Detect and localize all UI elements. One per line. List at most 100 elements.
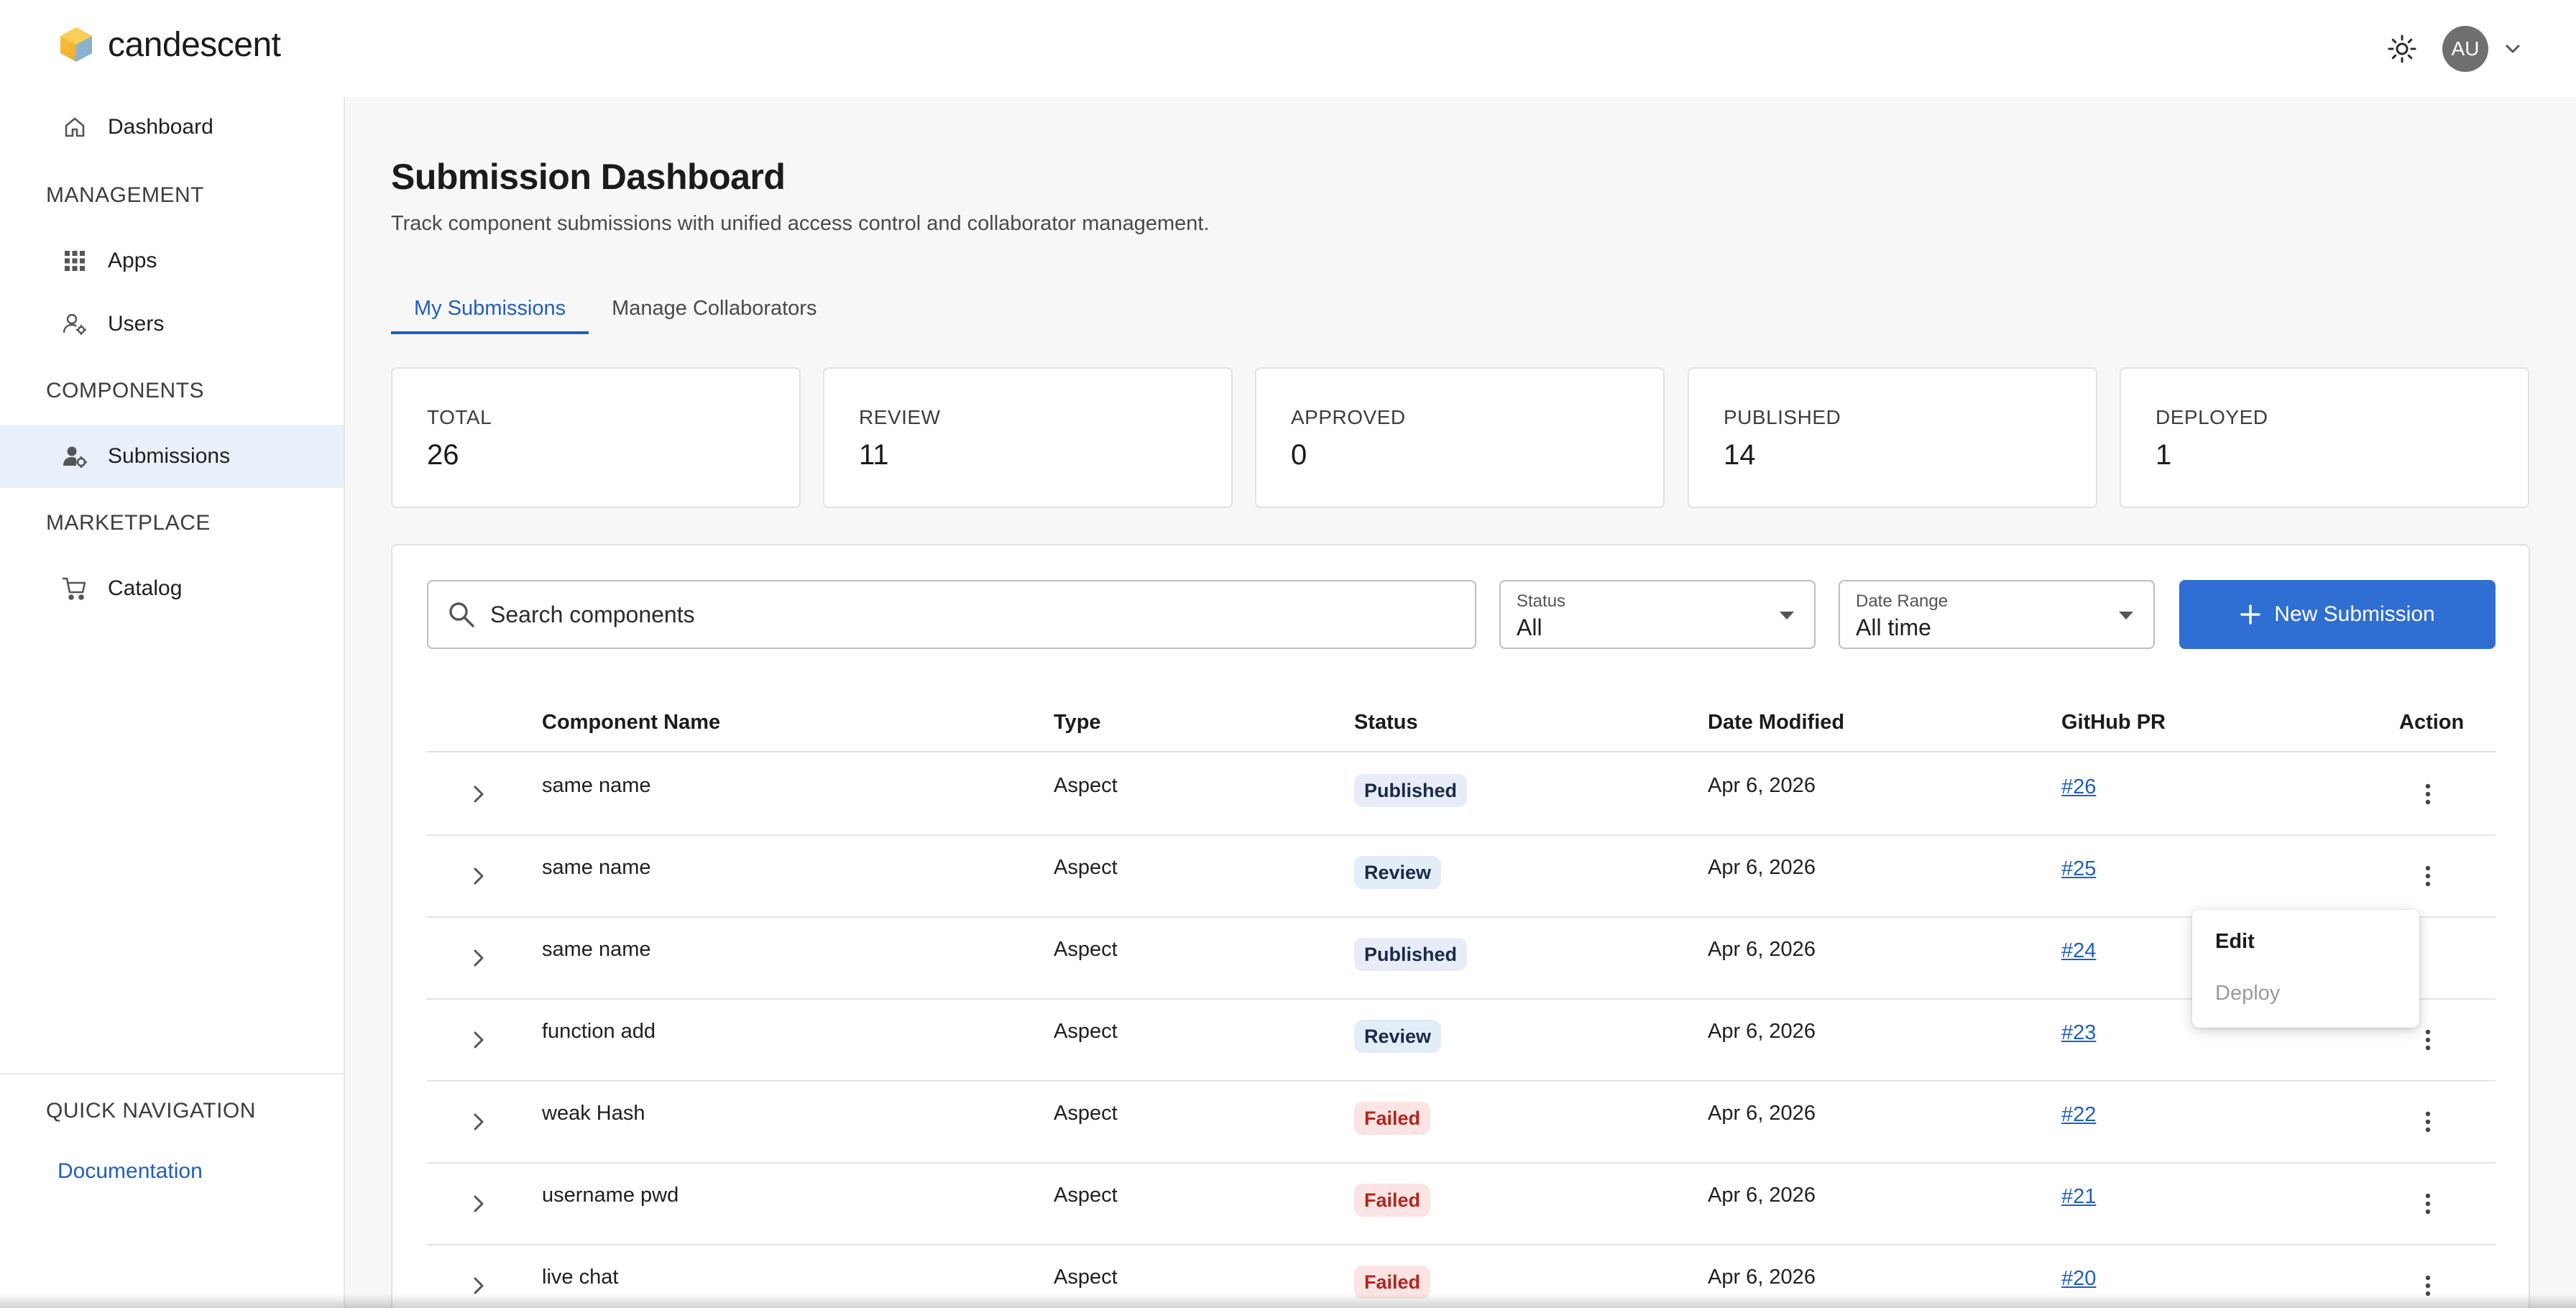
- date-range-select-value: All time: [1856, 614, 1931, 640]
- github-pr-link[interactable]: #25: [2061, 857, 2096, 881]
- status-badge: Published: [1354, 938, 1468, 971]
- date-modified: Apr 6, 2026: [1708, 1020, 1816, 1043]
- sidebar-item-submissions[interactable]: Submissions: [0, 425, 344, 488]
- sidebar-item-apps[interactable]: Apps: [0, 229, 344, 293]
- tab-manage-collaborators[interactable]: Manage Collaborators: [589, 282, 840, 334]
- top-bar: candescent AU: [0, 0, 2576, 97]
- table-row[interactable]: same name Aspect Published Apr 6, 2026 #…: [427, 754, 2496, 836]
- status-badge: Failed: [1354, 1102, 1431, 1135]
- column-header-type[interactable]: Type: [1054, 711, 1101, 734]
- theme-toggle-button[interactable]: [2383, 30, 2421, 68]
- more-vert-icon[interactable]: [2412, 1188, 2444, 1220]
- stat-value: 0: [1291, 439, 1307, 471]
- sidebar-item-catalog[interactable]: Catalog: [0, 557, 344, 620]
- search-input[interactable]: [490, 596, 1453, 633]
- github-pr-link[interactable]: #24: [2061, 939, 2096, 963]
- table-row[interactable]: same name Aspect Published Apr 6, 2026 #…: [427, 918, 2496, 1000]
- new-submission-button[interactable]: New Submission: [2179, 580, 2496, 649]
- search-box[interactable]: [427, 580, 1476, 649]
- status-badge: Review: [1354, 1020, 1442, 1053]
- stat-value: 26: [427, 439, 459, 471]
- stat-card-published: PUBLISHED 14: [1688, 367, 2097, 508]
- more-vert-icon[interactable]: [2412, 1024, 2444, 1056]
- stat-label: TOTAL: [427, 406, 492, 428]
- stat-card-total: TOTAL 26: [391, 367, 801, 508]
- date-modified: Apr 6, 2026: [1708, 938, 1816, 961]
- date-modified: Apr 6, 2026: [1708, 774, 1816, 797]
- status-badge: Failed: [1354, 1184, 1431, 1217]
- stat-card-review: REVIEW 11: [823, 367, 1233, 508]
- search-icon: [449, 602, 474, 627]
- documentation-link[interactable]: Documentation: [58, 1159, 203, 1184]
- table-row[interactable]: weak Hash Aspect Failed Apr 6, 2026 #22: [427, 1082, 2496, 1164]
- avatar: AU: [2442, 26, 2488, 72]
- stat-value: 11: [859, 439, 889, 471]
- sidebar-item-label: Catalog: [108, 576, 183, 600]
- tabs: My Submissions Manage Collaborators: [391, 282, 840, 334]
- status-badge: Review: [1354, 856, 1442, 889]
- stat-label: REVIEW: [859, 406, 941, 428]
- chevron-right-icon[interactable]: [463, 1188, 494, 1220]
- date-modified: Apr 6, 2026: [1708, 1184, 1816, 1207]
- table-row[interactable]: username pwd Aspect Failed Apr 6, 2026 #…: [427, 1164, 2496, 1245]
- more-vert-icon[interactable]: [2412, 778, 2444, 810]
- sidebar-item-label: Submissions: [108, 444, 231, 468]
- table-header: Component Name Type Status Date Modified…: [427, 689, 2496, 752]
- status-select[interactable]: Status All: [1499, 580, 1816, 649]
- table-row[interactable]: same name Aspect Review Apr 6, 2026 #25: [427, 836, 2496, 918]
- chevron-right-icon[interactable]: [463, 778, 494, 810]
- component-name: weak Hash: [542, 1102, 645, 1125]
- candescent-logo-icon: [60, 27, 92, 62]
- user-menu[interactable]: AU: [2442, 26, 2521, 72]
- chevron-right-icon[interactable]: [463, 1024, 494, 1056]
- section-title-quick-navigation: QUICK NAVIGATION: [46, 1099, 256, 1123]
- section-title-marketplace: MARKETPLACE: [46, 511, 211, 535]
- brand[interactable]: candescent: [58, 24, 281, 65]
- component-name: function add: [542, 1020, 656, 1043]
- component-type: Aspect: [1054, 1020, 1118, 1043]
- chevron-down-icon: [2506, 45, 2520, 53]
- user-gear-icon: [60, 442, 89, 471]
- component-type: Aspect: [1054, 774, 1118, 797]
- date-modified: Apr 6, 2026: [1708, 1266, 1816, 1289]
- section-title-components: COMPONENTS: [46, 379, 205, 402]
- chevron-right-icon[interactable]: [463, 1106, 494, 1138]
- column-header-date[interactable]: Date Modified: [1708, 711, 1844, 734]
- chevron-right-icon[interactable]: [463, 942, 494, 974]
- component-type: Aspect: [1054, 938, 1118, 961]
- caret-down-icon: [1780, 612, 1794, 620]
- stat-label: PUBLISHED: [1724, 406, 1841, 428]
- stat-label: DEPLOYED: [2156, 406, 2268, 428]
- user-settings-icon: [60, 310, 89, 338]
- column-header-status[interactable]: Status: [1354, 711, 1418, 734]
- date-range-select-label: Date Range: [1856, 591, 1949, 611]
- component-name: same name: [542, 938, 651, 961]
- column-header-pr: GitHub PR: [2061, 711, 2166, 734]
- menu-item-edit[interactable]: Edit: [2215, 930, 2255, 954]
- more-vert-icon[interactable]: [2412, 1106, 2444, 1138]
- sidebar-item-label: Apps: [108, 249, 157, 272]
- tab-my-submissions[interactable]: My Submissions: [391, 282, 589, 334]
- brand-name: candescent: [108, 25, 281, 64]
- github-pr-link[interactable]: #21: [2061, 1185, 2096, 1209]
- sidebar-item-users[interactable]: Users: [0, 293, 344, 356]
- github-pr-link[interactable]: #22: [2061, 1103, 2096, 1127]
- column-header-name[interactable]: Component Name: [542, 711, 720, 734]
- window-bottom-edge: [0, 1294, 2576, 1308]
- chevron-right-icon[interactable]: [463, 860, 494, 892]
- page-subtitle: Track component submissions with unified…: [391, 212, 1210, 235]
- date-range-select[interactable]: Date Range All time: [1839, 580, 2155, 649]
- github-pr-link[interactable]: #23: [2061, 1021, 2096, 1045]
- github-pr-link[interactable]: #20: [2061, 1267, 2096, 1291]
- more-vert-icon[interactable]: [2412, 860, 2444, 892]
- row-action-menu: Edit Deploy: [2192, 910, 2419, 1028]
- new-submission-label: New Submission: [2274, 602, 2435, 626]
- component-name: username pwd: [542, 1184, 679, 1207]
- sidebar-item-label: Dashboard: [108, 115, 213, 139]
- component-type: Aspect: [1054, 1184, 1118, 1207]
- caret-down-icon: [2119, 612, 2133, 620]
- sidebar-item-dashboard[interactable]: Dashboard: [0, 96, 344, 159]
- table-row[interactable]: function add Aspect Review Apr 6, 2026 #…: [427, 1000, 2496, 1082]
- github-pr-link[interactable]: #26: [2061, 775, 2096, 799]
- main-content: Submission Dashboard Track component sub…: [345, 97, 2576, 1308]
